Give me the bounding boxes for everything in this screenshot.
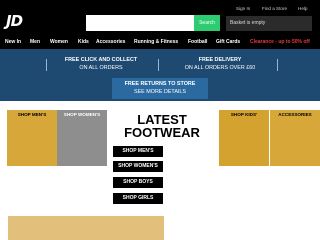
search-button[interactable]: Search (194, 15, 220, 31)
nav-item-gift-cards[interactable]: Gift Cards (216, 36, 240, 49)
site-header: JD Sign In Find a Store Help Search Bask… (0, 0, 320, 36)
tile-shop-kids-label: SHOP KIDS' (230, 112, 258, 117)
shop-womens-button[interactable]: SHOP WOMEN'S (113, 161, 163, 172)
latest-footwear-title: LATEST FOOTWEAR (113, 113, 211, 139)
nav-item-men[interactable]: Men (30, 36, 40, 49)
nav-item-running-fitness[interactable]: Running & Fitness (134, 36, 178, 49)
basket-button[interactable]: Basket is empty (226, 16, 312, 31)
nav-item-women[interactable]: Women (50, 36, 68, 49)
sign-in-link[interactable]: Sign In (236, 5, 250, 12)
shop-mens-button[interactable]: SHOP MEN'S (113, 146, 163, 157)
promo-divider (158, 59, 159, 71)
promo-free-delivery-title[interactable]: FREE DELIVERY (168, 57, 272, 64)
main-nav: New In Men Women Kids Accessories Runnin… (0, 36, 320, 49)
promo-click-collect-title[interactable]: FREE CLICK AND COLLECT (58, 57, 144, 64)
tile-shop-mens[interactable]: SHOP MEN'S (7, 110, 57, 166)
promo-free-delivery-sub: ON ALL ORDERS OVER £60 (184, 65, 256, 71)
see-more-details-link[interactable]: SEE MORE DETAILS (112, 89, 208, 96)
tile-shop-mens-label: SHOP MEN'S (17, 112, 47, 117)
promo-divider (46, 59, 47, 71)
nav-item-accessories[interactable]: Accessories (96, 36, 125, 49)
nav-item-clearance[interactable]: Clearance - up to 50% off (250, 36, 310, 49)
returns-title: FREE RETURNS TO STORE (124, 81, 196, 87)
jd-logo[interactable]: JD (6, 13, 32, 29)
nav-item-football[interactable]: Football (188, 36, 207, 49)
bottom-promo-image[interactable] (8, 216, 164, 240)
search-input[interactable] (86, 15, 194, 31)
tile-shop-womens[interactable]: SHOP WOMEN'S (57, 110, 107, 166)
find-store-link[interactable]: Find a Store (262, 5, 287, 12)
tile-accessories[interactable]: ACCESSORIES (270, 110, 320, 166)
nav-item-kids[interactable]: Kids (78, 36, 89, 49)
tile-accessories-label: ACCESSORIES (278, 112, 312, 117)
promo-click-collect-sub: ON ALL ORDERS (79, 65, 123, 71)
latest-footwear-line2: FOOTWEAR (124, 125, 200, 140)
promo-divider (277, 59, 278, 71)
shop-girls-button[interactable]: SHOP GIRLS (113, 193, 163, 204)
shop-boys-button[interactable]: SHOP BOYS (113, 177, 163, 188)
nav-item-new-in[interactable]: New In (5, 36, 21, 49)
help-link[interactable]: Help (298, 5, 307, 12)
returns-box[interactable]: FREE RETURNS TO STORE SEE MORE DETAILS (112, 78, 208, 99)
tile-shop-kids[interactable]: SHOP KIDS' (219, 110, 269, 166)
tile-shop-womens-label: SHOP WOMEN'S (63, 112, 101, 117)
